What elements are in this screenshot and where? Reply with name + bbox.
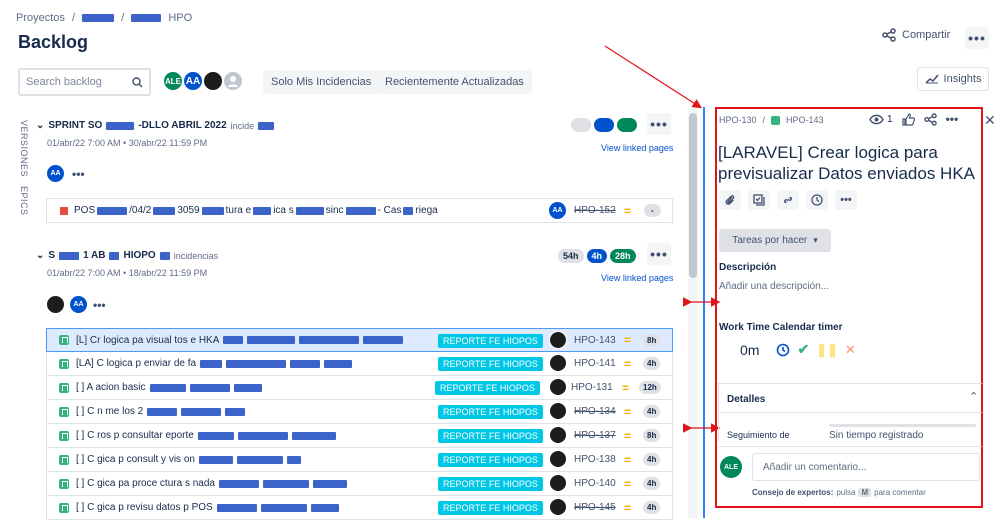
issue-toolbar: ••• (719, 190, 857, 210)
eye-icon (869, 114, 884, 124)
time-tracking-button[interactable] (806, 190, 828, 210)
pause-icon[interactable]: ❚❚ (816, 342, 838, 358)
issue-actions: 1 ••• (869, 112, 958, 126)
timer-label: Work Time Calendar timer (719, 322, 843, 333)
details-section-header[interactable]: Detalles (727, 394, 765, 405)
comment-input[interactable]: Añadir un comentario... (752, 453, 980, 481)
check-icon[interactable]: ✔ (797, 341, 809, 358)
clock-icon (811, 194, 823, 206)
issue-key-link[interactable]: HPO-143 (786, 115, 824, 125)
time-tracking-bar (829, 424, 976, 427)
clock-icon[interactable] (776, 343, 790, 357)
description-field[interactable]: Añadir una descripción... (719, 281, 829, 292)
subtask-button[interactable] (748, 190, 770, 210)
issue-title[interactable]: [LARAVEL] Crear logica para previsualiza… (718, 142, 978, 184)
link-issue-button[interactable] (777, 190, 799, 210)
more-actions-button[interactable]: ••• (835, 190, 857, 210)
avatar: ALE (720, 456, 742, 478)
description-label: Descripción (719, 262, 777, 273)
timer-controls: 0m ✔ ❚❚ ✕ (740, 341, 856, 358)
chevron-down-icon: ▾ (813, 235, 818, 245)
status-dropdown[interactable]: Tareas por hacer ▾ (719, 229, 831, 252)
paperclip-icon (725, 195, 735, 205)
divider (718, 383, 982, 384)
issue-more-button[interactable]: ••• (946, 112, 959, 126)
checklist-icon (753, 194, 765, 206)
link-icon (783, 196, 793, 204)
time-tracking-label: Seguimiento de (727, 430, 790, 440)
annotation-arrow (604, 45, 703, 109)
cancel-icon[interactable]: ✕ (845, 342, 856, 358)
thumbs-up-icon[interactable] (901, 112, 915, 126)
close-icon[interactable]: ✕ (984, 112, 996, 129)
attach-button[interactable] (719, 190, 741, 210)
story-icon (771, 115, 781, 125)
chevron-up-icon[interactable]: ⌃ (969, 390, 978, 403)
watch-button[interactable]: 1 (869, 114, 893, 125)
divider (718, 412, 982, 413)
timer-value: 0m (740, 341, 760, 358)
issue-breadcrumb: HPO-130 / HPO-143 (719, 115, 824, 125)
share-icon[interactable] (923, 112, 937, 126)
time-tracking-value: Sin tiempo registrado (829, 430, 924, 441)
comment-tip: Consejo de expertos: pulsa M para coment… (752, 488, 926, 497)
parent-issue-link[interactable]: HPO-130 (719, 115, 757, 125)
divider (718, 446, 982, 447)
